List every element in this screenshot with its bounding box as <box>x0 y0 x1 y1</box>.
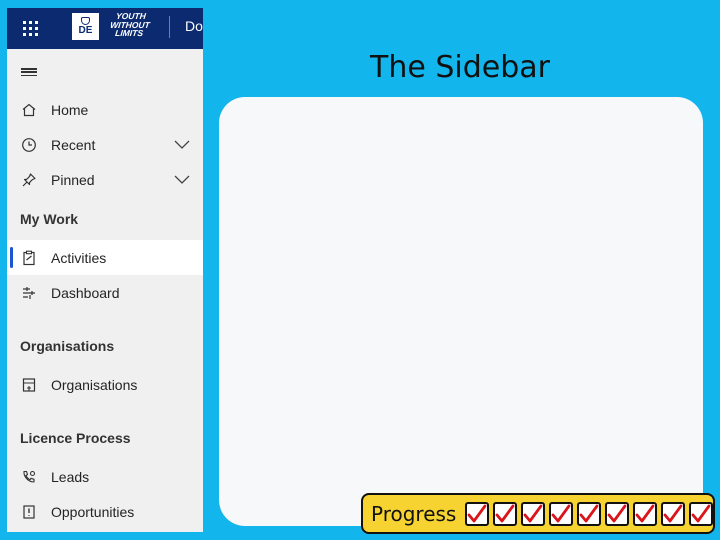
page-title: The Sidebar <box>370 50 550 85</box>
sidebar-item-label: Leads <box>51 468 90 485</box>
sidebar-item-label: Activities <box>51 249 107 266</box>
section-heading-my-work: My Work <box>20 211 79 227</box>
progress-checkbox <box>549 501 573 526</box>
progress-checkbox <box>689 501 713 526</box>
youth-without-limits-logo: YOUTH WITHOUT LIMITS <box>109 11 151 38</box>
app-launcher-button[interactable] <box>7 8 53 49</box>
organisation-icon <box>20 376 38 394</box>
progress-label: Progress <box>371 501 457 526</box>
sidebar-item-organisations[interactable]: Organisations <box>7 367 203 402</box>
checkmark-icon <box>551 504 571 522</box>
checkmark-icon <box>467 504 487 522</box>
sidebar-item-label: Recent <box>51 136 96 153</box>
sidebar-app: DE YOUTH WITHOUT LIMITS Do Home Recent P… <box>7 8 203 532</box>
waffle-icon <box>22 21 38 36</box>
app-name[interactable]: Do <box>185 18 203 34</box>
progress-checkbox <box>661 501 685 526</box>
progress-checkbox <box>605 501 629 526</box>
topbar-divider <box>169 16 170 38</box>
hamburger-menu-button[interactable] <box>21 66 37 78</box>
pin-icon <box>20 171 38 189</box>
sidebar-item-label: Organisations <box>51 376 138 393</box>
top-bar: DE YOUTH WITHOUT LIMITS Do <box>7 8 203 49</box>
sidebar-item-label: Home <box>51 101 89 118</box>
dashboard-icon <box>20 284 38 302</box>
progress-tracker: Progress <box>361 493 715 534</box>
phone-gear-icon <box>20 468 38 486</box>
de-logo: DE <box>72 13 99 40</box>
sidebar-item-label: Pinned <box>51 171 95 188</box>
sidebar-item-pinned[interactable]: Pinned <box>7 162 203 197</box>
clock-icon <box>20 136 38 154</box>
home-icon <box>20 101 38 119</box>
sidebar-item-recent[interactable]: Recent <box>7 127 203 162</box>
sidebar-item-dashboard[interactable]: Dashboard <box>7 275 203 310</box>
sidebar-item-activities[interactable]: Activities <box>7 240 203 275</box>
sidebar-item-label: Dashboard <box>51 284 120 301</box>
chevron-down-icon[interactable] <box>173 137 191 151</box>
checkmark-icon <box>579 504 599 522</box>
progress-checkbox <box>465 501 489 526</box>
progress-checkbox <box>633 501 657 526</box>
clipboard-icon <box>20 249 38 267</box>
progress-checkbox <box>521 501 545 526</box>
sidebar-item-leads[interactable]: Leads <box>7 459 203 494</box>
section-heading-organisations: Organisations <box>20 338 115 354</box>
sidebar-item-opportunities[interactable]: Opportunities <box>7 494 203 529</box>
crest-icon <box>81 17 90 25</box>
progress-checkbox <box>493 501 517 526</box>
section-heading-licence-process: Licence Process <box>20 430 131 446</box>
checkmark-icon <box>691 504 711 522</box>
sidebar-item-label: Opportunities <box>51 503 135 520</box>
content-panel <box>219 97 703 526</box>
opportunity-icon <box>20 503 38 521</box>
chevron-down-icon[interactable] <box>173 172 191 186</box>
checkmark-icon <box>607 504 627 522</box>
checkmark-icon <box>663 504 683 522</box>
checkmark-icon <box>635 504 655 522</box>
progress-checkboxes <box>465 501 713 526</box>
sidebar-item-home[interactable]: Home <box>7 92 203 127</box>
checkmark-icon <box>523 504 543 522</box>
progress-checkbox <box>577 501 601 526</box>
checkmark-icon <box>495 504 515 522</box>
